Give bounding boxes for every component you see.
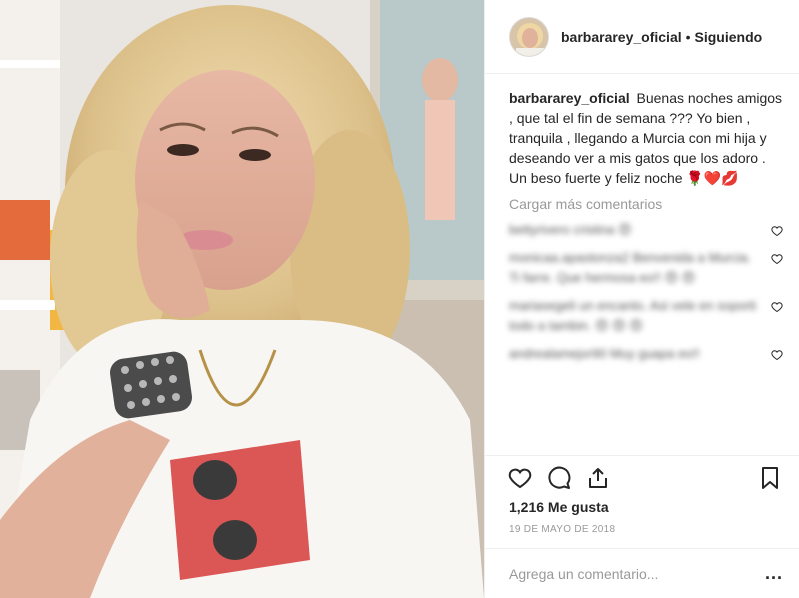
comment-text: andrealamejor90 Muy guapa eo!! [509, 346, 700, 361]
comment-like-icon[interactable] [771, 225, 783, 237]
username-link[interactable]: barbararey_oficial [561, 29, 682, 45]
comment-input[interactable] [509, 565, 765, 582]
heart-icon[interactable] [507, 465, 533, 491]
action-bar [485, 455, 799, 499]
comment-text: mariasegeli un encanto. Asi vele en sopo… [509, 298, 757, 333]
comment-row: monicaa.apastonza2 Benvenida a Murcia. T… [509, 248, 783, 288]
separator-dot: • [685, 28, 691, 45]
post-caption: barbararey_oficial Buenas noches amigos … [509, 88, 783, 188]
likes-count-link[interactable]: 1,216 Me gusta [509, 499, 609, 515]
share-icon[interactable] [585, 465, 611, 491]
avatar-image [510, 17, 548, 56]
more-options-button[interactable]: ... [765, 563, 783, 584]
header-text: barbararey_oficial • Siguiendo [561, 29, 762, 45]
comment-like-icon[interactable] [771, 253, 783, 265]
photo-illustration [0, 0, 484, 598]
comment-row: mariasegeli un encanto. Asi vele en sopo… [509, 296, 783, 336]
comment-row: andrealamejor90 Muy guapa eo!! [509, 344, 783, 364]
comment-text: monicaa.apastonza2 Benvenida a Murcia. T… [509, 250, 752, 285]
comment-row: bettyrivero cristina 😍 [509, 220, 783, 240]
post-date[interactable]: 19 DE MAYO DE 2018 [509, 524, 615, 535]
post-header: barbararey_oficial • Siguiendo [485, 0, 799, 74]
post-side-panel: barbararey_oficial • Siguiendo barbararey_… [484, 0, 799, 598]
comment-like-icon[interactable] [771, 301, 783, 313]
load-more-comments-button[interactable]: Cargar más comentarios [509, 196, 783, 212]
avatar[interactable] [509, 16, 549, 57]
following-button[interactable]: Siguiendo [695, 29, 763, 45]
bookmark-icon[interactable] [757, 465, 783, 491]
comment-bubble-icon[interactable] [546, 465, 572, 491]
comment-text: bettyrivero cristina 😍 [509, 222, 632, 237]
comment-like-icon[interactable] [771, 349, 783, 361]
add-comment-bar: ... [485, 548, 799, 598]
caption-username-link[interactable]: barbararey_oficial [509, 90, 630, 106]
comments-section: barbararey_oficial Buenas noches amigos … [485, 74, 799, 454]
post-photo[interactable] [0, 0, 484, 598]
